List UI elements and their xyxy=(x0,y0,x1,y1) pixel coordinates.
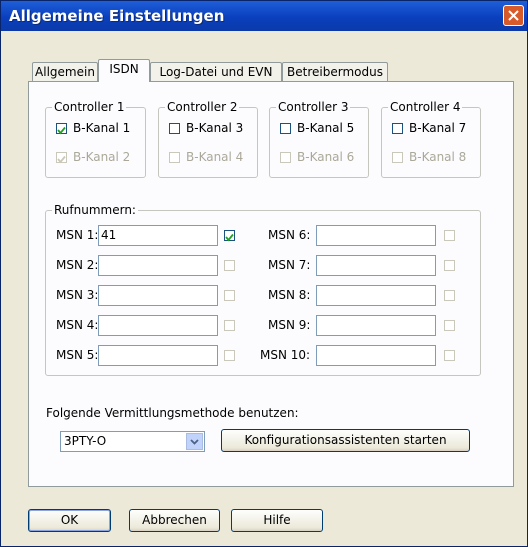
tab-log-datei[interactable]: Log-Datei und EVN xyxy=(150,62,282,82)
isdn-panel: Controller 1 B-Kanal 1 B-Kanal 2 Control… xyxy=(28,81,514,487)
tab-label: Log-Datei und EVN xyxy=(159,65,273,79)
msn-2-input[interactable] xyxy=(98,255,218,276)
msn-10-input[interactable] xyxy=(316,345,436,366)
controller-2-legend: Controller 2 xyxy=(165,100,240,114)
cancel-button[interactable]: Abbrechen xyxy=(129,509,220,532)
start-assistant-button[interactable]: Konfigurationsassistenten starten xyxy=(221,429,470,452)
tab-isdn[interactable]: ISDN xyxy=(98,59,150,82)
msn-4-input[interactable] xyxy=(98,315,218,336)
msn-6-checkbox[interactable] xyxy=(444,230,455,241)
tab-allgemein[interactable]: Allgemein xyxy=(32,62,98,82)
msn-1-input[interactable]: 41 xyxy=(98,225,218,246)
controller-4-legend: Controller 4 xyxy=(388,100,463,114)
controller-1-legend: Controller 1 xyxy=(52,100,127,114)
tab-label: Betreibermodus xyxy=(287,65,383,79)
b-kanal-7-label: B-Kanal 7 xyxy=(409,121,467,135)
title-bar[interactable]: Allgemeine Einstellungen xyxy=(1,1,527,31)
b-kanal-8-checkbox xyxy=(392,152,403,163)
msn-8-label: MSN 8: xyxy=(268,288,311,302)
b-kanal-1-checkbox[interactable] xyxy=(56,123,67,135)
close-button[interactable] xyxy=(503,5,524,26)
rufnummern-legend: Rufnummern: xyxy=(52,203,138,217)
msn-5-label: MSN 5: xyxy=(56,348,99,362)
msn-4-checkbox[interactable] xyxy=(224,320,235,331)
b-kanal-4-label: B-Kanal 4 xyxy=(186,150,244,164)
msn-1-checkbox[interactable] xyxy=(224,230,235,242)
msn-5-input[interactable] xyxy=(98,345,218,366)
tab-label: Allgemein xyxy=(35,65,95,79)
b-kanal-5-label: B-Kanal 5 xyxy=(297,121,355,135)
controller-1-group: Controller 1 B-Kanal 1 B-Kanal 2 xyxy=(45,100,146,178)
rufnummern-group: Rufnummern: MSN 1: 41 MSN 2: MSN 3: MSN … xyxy=(45,203,481,376)
msn-3-label: MSN 3: xyxy=(56,288,99,302)
check-icon xyxy=(57,126,66,135)
msn-7-label: MSN 7: xyxy=(268,258,311,272)
b-kanal-2-label: B-Kanal 2 xyxy=(73,150,131,164)
b-kanal-5-checkbox[interactable] xyxy=(280,123,291,134)
msn-3-checkbox[interactable] xyxy=(224,290,235,301)
b-kanal-6-checkbox xyxy=(280,152,291,163)
msn-2-checkbox[interactable] xyxy=(224,260,235,271)
ok-button[interactable]: OK xyxy=(28,509,111,532)
msn-10-label: MSN 10: xyxy=(260,348,311,362)
msn-3-input[interactable] xyxy=(98,285,218,306)
msn-8-input[interactable] xyxy=(316,285,436,306)
controller-3-legend: Controller 3 xyxy=(276,100,351,114)
b-kanal-3-checkbox[interactable] xyxy=(169,123,180,134)
b-kanal-6-label: B-Kanal 6 xyxy=(297,150,355,164)
msn-6-input[interactable] xyxy=(316,225,436,246)
help-button[interactable]: Hilfe xyxy=(231,509,323,532)
b-kanal-8-label: B-Kanal 8 xyxy=(409,150,467,164)
tab-label: ISDN xyxy=(109,62,139,76)
controller-2-group: Controller 2 B-Kanal 3 B-Kanal 4 xyxy=(158,100,258,178)
method-label: Folgende Vermittlungsmethode benutzen: xyxy=(46,406,299,420)
tab-betreibermodus[interactable]: Betreibermodus xyxy=(282,62,388,82)
msn-7-input[interactable] xyxy=(316,255,436,276)
method-selected-value: 3PTY-O xyxy=(64,434,107,448)
msn-1-label: MSN 1: xyxy=(56,228,99,242)
chevron-down-icon xyxy=(190,439,199,445)
msn-9-checkbox[interactable] xyxy=(444,320,455,331)
close-icon xyxy=(508,10,519,21)
b-kanal-1-label: B-Kanal 1 xyxy=(73,121,131,135)
b-kanal-7-checkbox[interactable] xyxy=(392,123,403,134)
msn-9-label: MSN 9: xyxy=(268,318,311,332)
method-select[interactable]: 3PTY-O xyxy=(60,431,205,452)
msn-8-checkbox[interactable] xyxy=(444,290,455,301)
msn-6-label: MSN 6: xyxy=(268,228,311,242)
msn-2-label: MSN 2: xyxy=(56,258,99,272)
msn-4-label: MSN 4: xyxy=(56,318,99,332)
check-icon xyxy=(225,233,234,242)
b-kanal-2-checkbox xyxy=(56,152,67,164)
b-kanal-4-checkbox xyxy=(169,152,180,163)
msn-10-checkbox[interactable] xyxy=(444,350,455,361)
check-icon xyxy=(57,155,66,164)
dialog-window: Allgemeine Einstellungen Allgemein ISDN … xyxy=(0,0,528,547)
msn-5-checkbox[interactable] xyxy=(224,350,235,361)
msn-9-input[interactable] xyxy=(316,315,436,336)
dropdown-button[interactable] xyxy=(186,433,203,450)
msn-7-checkbox[interactable] xyxy=(444,260,455,271)
controller-4-group: Controller 4 B-Kanal 7 B-Kanal 8 xyxy=(381,100,481,178)
controller-3-group: Controller 3 B-Kanal 5 B-Kanal 6 xyxy=(269,100,369,178)
window-title: Allgemeine Einstellungen xyxy=(9,7,225,25)
b-kanal-3-label: B-Kanal 3 xyxy=(186,121,244,135)
